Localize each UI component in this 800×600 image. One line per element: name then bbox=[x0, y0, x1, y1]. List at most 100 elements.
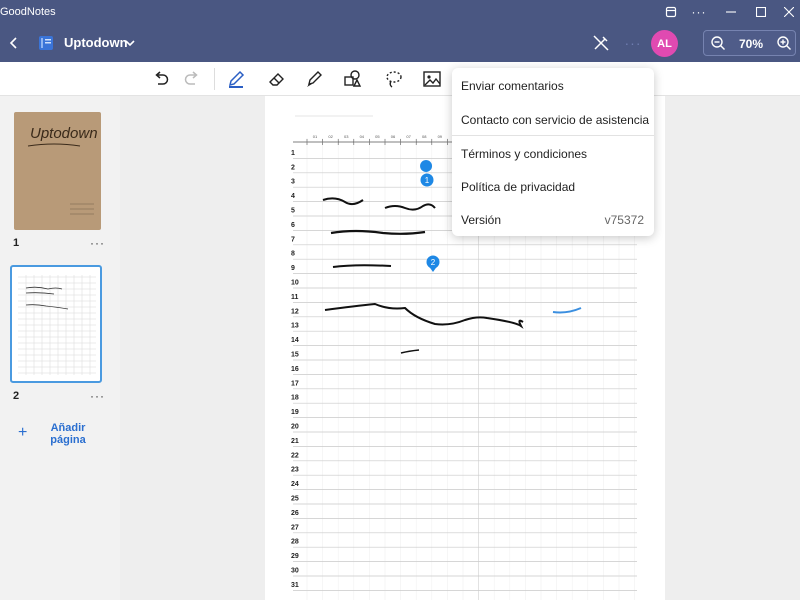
row-number: 13 bbox=[291, 323, 299, 330]
chevron-left-icon bbox=[9, 37, 17, 49]
version-value: v75372 bbox=[604, 213, 644, 227]
row-number: 12 bbox=[291, 308, 299, 315]
column-header-label: 01 bbox=[313, 134, 318, 139]
column-header-label: 04 bbox=[360, 134, 365, 139]
toolbar-divider bbox=[214, 68, 215, 90]
minimize-icon bbox=[726, 11, 736, 13]
ink-stroke bbox=[324, 302, 524, 329]
row-number: 7 bbox=[291, 236, 295, 243]
close-button[interactable] bbox=[774, 0, 800, 24]
more-window-button[interactable]: ··· bbox=[684, 0, 714, 24]
row-number: 17 bbox=[291, 380, 299, 387]
row-number: 20 bbox=[291, 424, 299, 431]
row-number: 3 bbox=[291, 179, 295, 186]
row-number: 24 bbox=[291, 481, 299, 488]
lasso-icon[interactable] bbox=[384, 69, 404, 89]
menu-item-contact-support[interactable]: Contacto con servicio de asistencia bbox=[452, 102, 654, 134]
compact-overlay-icon bbox=[665, 6, 677, 18]
ink-stroke-blue bbox=[552, 307, 582, 314]
column-header-label: 06 bbox=[391, 134, 396, 139]
menu-item-label: Versión bbox=[461, 213, 502, 227]
page-thumbnail-2[interactable] bbox=[10, 265, 102, 383]
add-page-button[interactable]: + Añadir página bbox=[18, 422, 108, 448]
cover-handwriting: Uptodown bbox=[30, 125, 98, 142]
menu-item-version: Versión v75372 bbox=[452, 202, 654, 234]
back-button[interactable] bbox=[4, 32, 24, 54]
highlighter-icon[interactable] bbox=[304, 69, 324, 89]
window-title-bar: GoodNotes ··· bbox=[0, 0, 800, 24]
user-avatar[interactable]: AL bbox=[651, 30, 678, 57]
more-options-menu: Enviar comentarios Contacto con servicio… bbox=[452, 68, 654, 236]
maximize-icon bbox=[756, 7, 766, 17]
row-number: 11 bbox=[291, 294, 299, 301]
page-thumbnail-1[interactable]: Uptodown bbox=[14, 112, 101, 230]
menu-item-send-feedback[interactable]: Enviar comentarios bbox=[452, 68, 654, 100]
row-number: 27 bbox=[291, 524, 299, 531]
row-number: 19 bbox=[291, 409, 299, 416]
close-icon bbox=[784, 7, 794, 17]
pen-off-icon[interactable] bbox=[592, 34, 610, 52]
row-number: 21 bbox=[291, 438, 299, 445]
marker-2[interactable]: 2 bbox=[426, 255, 440, 273]
menu-item-label: Enviar comentarios bbox=[461, 79, 564, 93]
row-number: 31 bbox=[291, 582, 299, 589]
column-header-label: 08 bbox=[422, 134, 427, 139]
marker-1-label: 1 bbox=[425, 176, 430, 185]
row-number: 23 bbox=[291, 467, 299, 474]
document-header: Uptodown ··· AL 70% bbox=[0, 24, 800, 62]
zoom-control: 70% bbox=[703, 30, 796, 56]
row-number: 8 bbox=[291, 251, 295, 258]
column-header-label: 03 bbox=[344, 134, 349, 139]
page-number-2: 2 bbox=[13, 390, 20, 402]
row-number: 29 bbox=[291, 553, 299, 560]
zoom-in-icon[interactable] bbox=[776, 35, 792, 51]
chevron-down-icon[interactable] bbox=[124, 37, 136, 49]
page-number-1: 1 bbox=[13, 237, 20, 249]
row-number: 22 bbox=[291, 452, 299, 459]
page-2-more-button[interactable]: ··· bbox=[90, 389, 105, 403]
undo-icon[interactable] bbox=[151, 69, 171, 89]
zoom-out-icon[interactable] bbox=[710, 35, 726, 51]
row-number: 14 bbox=[291, 337, 299, 344]
ink-stroke bbox=[330, 229, 426, 235]
notebook-icon bbox=[39, 36, 53, 50]
row-number: 2 bbox=[291, 164, 295, 171]
maximize-button[interactable] bbox=[746, 0, 776, 24]
marker-1[interactable]: 1 bbox=[420, 160, 434, 188]
row-number: 26 bbox=[291, 510, 299, 517]
row-number: 4 bbox=[291, 193, 295, 200]
row-number: 5 bbox=[291, 208, 295, 215]
row-number: 6 bbox=[291, 222, 295, 229]
column-header-label: 09 bbox=[438, 134, 443, 139]
document-title[interactable]: Uptodown bbox=[64, 35, 128, 50]
redo-icon[interactable] bbox=[182, 69, 202, 89]
plus-icon: + bbox=[18, 424, 28, 441]
marker-2-label: 2 bbox=[431, 258, 436, 267]
row-number: 16 bbox=[291, 366, 299, 373]
image-icon[interactable] bbox=[422, 69, 442, 89]
menu-item-label: Términos y condiciones bbox=[461, 147, 588, 161]
more-horizontal-icon: ··· bbox=[691, 5, 707, 19]
row-number: 28 bbox=[291, 539, 299, 546]
column-header-label: 02 bbox=[328, 134, 333, 139]
shapes-icon[interactable] bbox=[342, 69, 362, 89]
minimize-button[interactable] bbox=[716, 0, 746, 24]
row-number: 18 bbox=[291, 395, 299, 402]
row-number: 9 bbox=[291, 265, 295, 272]
page-1-more-button[interactable]: ··· bbox=[90, 236, 105, 250]
eraser-icon[interactable] bbox=[267, 69, 287, 89]
pen-icon[interactable] bbox=[226, 69, 246, 89]
column-header-label: 05 bbox=[375, 134, 380, 139]
page-2-preview bbox=[18, 275, 96, 375]
compact-overlay-button[interactable] bbox=[656, 0, 686, 24]
zoom-level: 70% bbox=[738, 37, 764, 51]
ink-stroke bbox=[322, 197, 436, 211]
more-options-button[interactable]: ··· bbox=[620, 33, 646, 53]
tools-toolbar bbox=[0, 62, 800, 96]
menu-item-label: Política de privacidad bbox=[461, 180, 576, 194]
menu-item-terms[interactable]: Términos y condiciones bbox=[452, 136, 654, 168]
page-thumbnails-sidebar: Uptodown 1 ··· 2 ··· + Añadir página bbox=[0, 96, 120, 600]
app-title: GoodNotes bbox=[0, 6, 56, 18]
menu-item-privacy[interactable]: Política de privacidad bbox=[452, 169, 654, 201]
row-number: 25 bbox=[291, 496, 299, 503]
